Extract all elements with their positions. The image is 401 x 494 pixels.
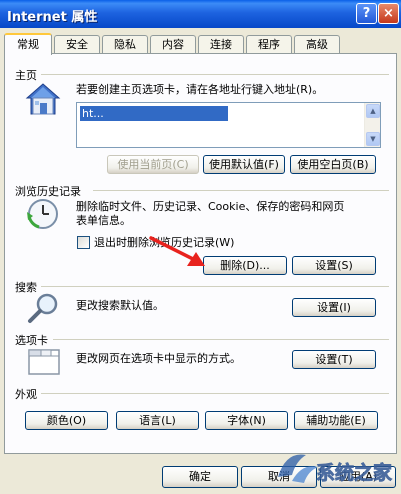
browsing-history-divider [93, 190, 389, 191]
tab-advanced[interactable]: 高级 [294, 35, 340, 54]
delete-history-button[interactable]: 删除(D)... [203, 256, 287, 275]
search-description: 更改搜索默认值。 [76, 299, 164, 312]
search-settings-button[interactable]: 设置(I) [292, 298, 376, 317]
accessibility-button[interactable]: 辅助功能(E) [294, 411, 378, 430]
tab-connections[interactable]: 连接 [198, 35, 244, 54]
appearance-divider [41, 393, 389, 394]
general-tab-panel: 主页 若要创建主页选项卡，请在各地址行键入地址(R)。 ht... ▲ ▼ 使用… [4, 53, 397, 454]
history-settings-button[interactable]: 设置(S) [292, 256, 376, 275]
home-page-divider [41, 74, 389, 75]
apply-button[interactable]: 应用(A) [320, 466, 396, 488]
search-divider [41, 286, 389, 287]
close-button[interactable]: × [378, 3, 399, 24]
tabbed-window-icon [28, 349, 60, 375]
languages-button[interactable]: 语言(L) [116, 411, 199, 430]
ok-button[interactable]: 确定 [162, 466, 238, 488]
tab-programs[interactable]: 程序 [246, 35, 292, 54]
home-page-url-input[interactable]: ht... ▲ ▼ [76, 102, 381, 148]
tab-strip: 常规 安全 隐私 内容 连接 程序 高级 [4, 33, 398, 55]
tabs-section-description: 更改网页在选项卡中显示的方式。 [76, 352, 241, 365]
tab-privacy[interactable]: 隐私 [102, 35, 148, 54]
help-button[interactable]: ? [356, 3, 377, 24]
home-page-section-title: 主页 [15, 69, 37, 82]
browsing-history-description-2: 表单信息。 [76, 214, 131, 227]
scroll-down-icon[interactable]: ▼ [366, 132, 380, 146]
history-clock-icon [27, 199, 58, 229]
annotation-arrow-icon [149, 236, 205, 266]
tab-content[interactable]: 内容 [150, 35, 196, 54]
home-page-url-value: ht... [80, 106, 228, 121]
use-blank-button[interactable]: 使用空白页(B) [290, 155, 376, 174]
home-page-description: 若要创建主页选项卡，请在各地址行键入地址(R)。 [76, 83, 324, 96]
tab-general[interactable]: 常规 [4, 33, 52, 55]
title-bar[interactable]: Internet 属性 ? × [0, 0, 401, 28]
tab-security[interactable]: 安全 [54, 35, 100, 54]
tabs-section-divider [53, 339, 389, 340]
url-scrollbar[interactable]: ▲ ▼ [364, 103, 380, 147]
cancel-button[interactable]: 取消 [241, 466, 317, 488]
home-icon [25, 83, 61, 115]
delete-on-exit-checkbox[interactable] [77, 236, 90, 249]
tabs-settings-button[interactable]: 设置(T) [292, 350, 376, 369]
colors-button[interactable]: 颜色(O) [25, 411, 108, 430]
browsing-history-description-1: 删除临时文件、历史记录、Cookie、保存的密码和网页 [76, 200, 345, 213]
appearance-section-title: 外观 [15, 388, 37, 401]
search-magnifier-icon [28, 293, 58, 323]
use-current-page-button[interactable]: 使用当前页(C) [107, 155, 199, 174]
window-title: Internet 属性 [7, 10, 98, 25]
scroll-up-icon[interactable]: ▲ [366, 104, 380, 118]
use-default-button[interactable]: 使用默认值(F) [203, 155, 285, 174]
fonts-button[interactable]: 字体(N) [205, 411, 288, 430]
